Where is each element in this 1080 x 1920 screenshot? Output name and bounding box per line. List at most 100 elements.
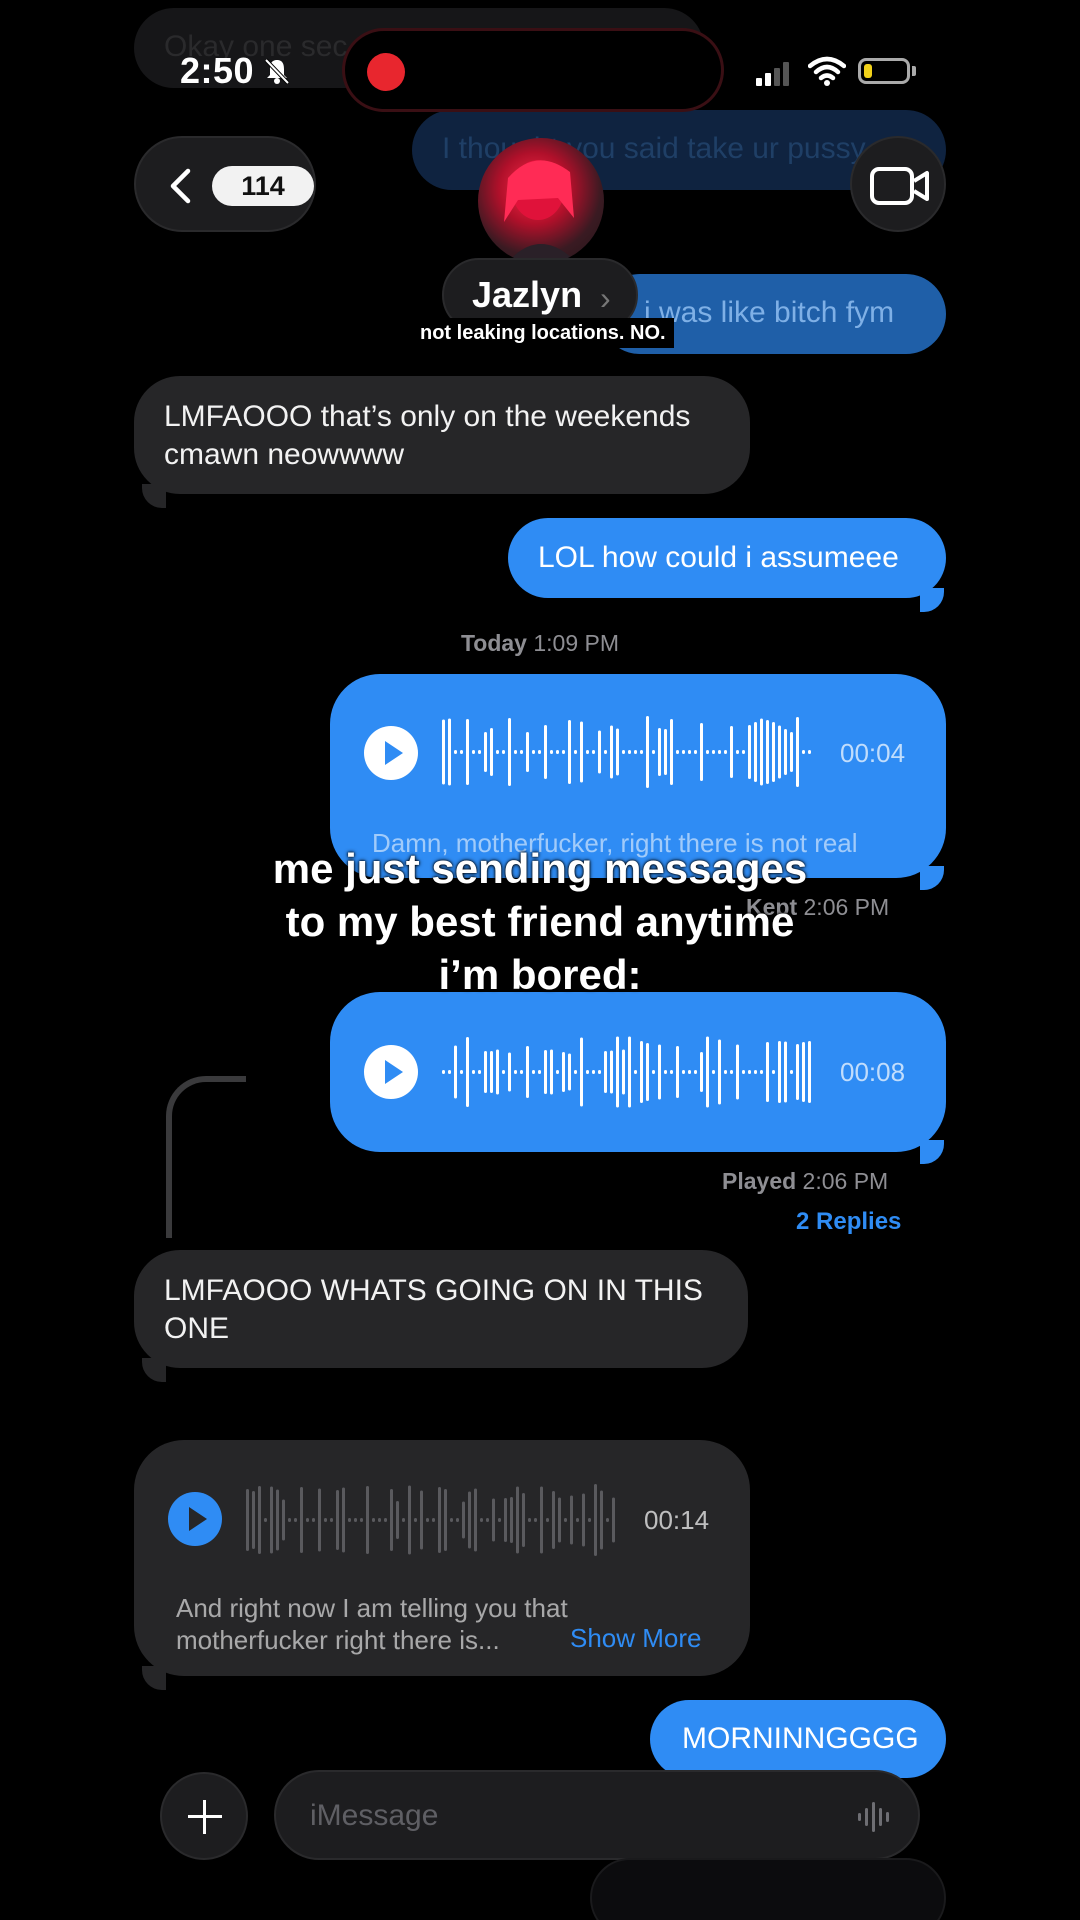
waveform-bar bbox=[504, 1498, 507, 1542]
waveform-bar bbox=[778, 725, 781, 779]
waveform-bar bbox=[622, 1049, 625, 1095]
battery-level bbox=[864, 64, 872, 78]
incoming-message[interactable]: LMFAOOO that’s only on the weekends cmaw… bbox=[134, 376, 750, 494]
voice-transcript: And right now I am telling you that moth… bbox=[176, 1592, 568, 1656]
waveform-bar bbox=[808, 1041, 811, 1103]
waveform-icon bbox=[246, 1484, 615, 1556]
waveform-bar bbox=[718, 1039, 721, 1105]
waveform-bar bbox=[562, 1052, 565, 1092]
waveform-bar bbox=[252, 1491, 255, 1549]
waveform-bar bbox=[546, 1518, 549, 1522]
contact-name[interactable]: Jazlyn bbox=[472, 274, 582, 316]
waveform-bar bbox=[510, 1497, 513, 1543]
overlay-line: i’m bored: bbox=[438, 951, 642, 998]
microphone-waveform-icon[interactable] bbox=[856, 1800, 896, 1834]
waveform-bar bbox=[550, 750, 553, 754]
recording-dot-icon bbox=[367, 53, 405, 91]
waveform-bar bbox=[474, 1488, 477, 1552]
waveform-bar bbox=[628, 1036, 631, 1108]
waveform-bar bbox=[466, 719, 469, 785]
incoming-message[interactable]: LMFAOOO WHATS GOING ON IN THIS ONE bbox=[134, 1250, 748, 1368]
waveform-bar bbox=[796, 1044, 799, 1100]
message-input-field[interactable] bbox=[274, 1770, 920, 1860]
waveform-bar bbox=[466, 1037, 469, 1107]
outgoing-message[interactable]: MORNINNGGGG bbox=[650, 1700, 946, 1778]
waveform-bar bbox=[522, 1493, 525, 1547]
waveform-bar bbox=[552, 1491, 555, 1549]
waveform-bar bbox=[454, 1045, 457, 1099]
waveform-bar bbox=[700, 723, 703, 781]
waveform-bar bbox=[288, 1518, 291, 1522]
waveform-bar bbox=[540, 1486, 543, 1554]
voice-duration: 00:14 bbox=[644, 1505, 710, 1535]
waveform-bar bbox=[592, 1070, 595, 1074]
waveform-bar bbox=[570, 1495, 573, 1545]
transcript-line: motherfucker right there is... bbox=[176, 1625, 500, 1655]
play-button[interactable] bbox=[364, 726, 418, 780]
voice-duration: 00:08 bbox=[840, 1057, 906, 1087]
unread-count-badge: 114 bbox=[212, 166, 314, 206]
waveform-bar bbox=[414, 1518, 417, 1522]
waveform-bar bbox=[330, 1518, 333, 1522]
outgoing-message[interactable]: LOL how could i assumeee bbox=[508, 518, 946, 598]
waveform-bar bbox=[514, 1070, 517, 1074]
waveform-bar bbox=[484, 732, 487, 772]
waveform-bar bbox=[664, 1070, 667, 1074]
back-button[interactable]: 114 bbox=[134, 136, 316, 232]
show-more-link[interactable]: Show More bbox=[570, 1623, 702, 1654]
waveform-bar bbox=[586, 750, 589, 754]
waveform-bar bbox=[784, 729, 787, 775]
waveform-bar bbox=[348, 1518, 351, 1522]
reply-thread-line bbox=[166, 1076, 246, 1238]
waveform-bar bbox=[508, 1052, 511, 1092]
waveform-bar bbox=[472, 1070, 475, 1074]
facetime-video-button[interactable] bbox=[850, 136, 946, 232]
add-attachment-button[interactable] bbox=[160, 1772, 248, 1860]
waveform-bar bbox=[538, 750, 541, 754]
waveform-bar bbox=[528, 1518, 531, 1522]
waveform-bar bbox=[640, 750, 643, 754]
waveform-bar bbox=[730, 726, 733, 778]
battery-icon bbox=[858, 58, 910, 84]
day-label: Today bbox=[460, 630, 527, 656]
waveform-bar bbox=[646, 716, 649, 788]
waveform-bar bbox=[606, 1518, 609, 1522]
waveform-bar bbox=[526, 1046, 529, 1098]
waveform-bar bbox=[766, 720, 769, 784]
dynamic-island[interactable] bbox=[342, 28, 724, 112]
waveform-bar bbox=[730, 1070, 733, 1074]
waveform-bar bbox=[610, 725, 613, 779]
day-time: 1:09 PM bbox=[533, 630, 620, 656]
waveform-bar bbox=[748, 1070, 751, 1074]
waveform-bar bbox=[610, 1050, 613, 1094]
waveform-bar bbox=[306, 1518, 309, 1522]
waveform-bar bbox=[622, 750, 625, 754]
contact-avatar[interactable] bbox=[478, 138, 604, 264]
waveform-bar bbox=[616, 728, 619, 776]
waveform-bar bbox=[576, 1518, 579, 1522]
waveform-bar bbox=[790, 732, 793, 772]
waveform-bar bbox=[568, 1053, 571, 1091]
waveform-bar bbox=[688, 750, 691, 754]
waveform-bar bbox=[396, 1501, 399, 1539]
day-timestamp: Today 1:09 PM bbox=[0, 630, 1080, 657]
video-camera-icon bbox=[870, 167, 929, 205]
waveform-bar bbox=[496, 1049, 499, 1095]
waveform-bar bbox=[790, 1070, 793, 1074]
waveform-bar bbox=[444, 1489, 447, 1551]
played-timestamp: Played 2:06 PM bbox=[722, 1168, 888, 1195]
bubble-tail bbox=[142, 1666, 166, 1690]
waveform-bar bbox=[706, 750, 709, 754]
replies-link[interactable]: 2 Replies bbox=[796, 1208, 901, 1236]
waveform-bar bbox=[432, 1518, 435, 1522]
play-icon bbox=[385, 741, 403, 765]
waveform-bar bbox=[574, 750, 577, 754]
play-button[interactable] bbox=[364, 1045, 418, 1099]
bell-slash-icon bbox=[264, 58, 290, 85]
message-input[interactable] bbox=[310, 1792, 830, 1840]
waveform-bar bbox=[460, 1070, 463, 1074]
play-button[interactable] bbox=[168, 1492, 222, 1546]
waveform-bar bbox=[544, 1050, 547, 1094]
waveform-bar bbox=[514, 750, 517, 754]
waveform-bar bbox=[448, 1070, 451, 1074]
